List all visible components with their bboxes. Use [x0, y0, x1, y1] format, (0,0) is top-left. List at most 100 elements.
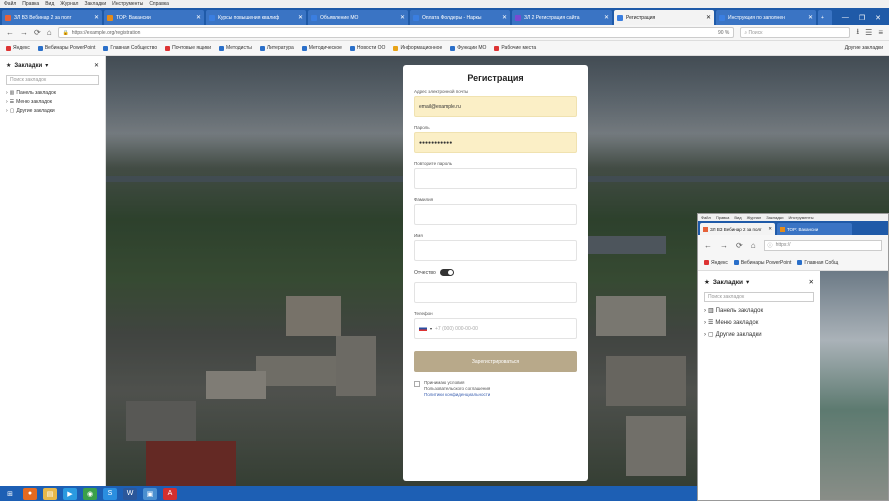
zoom-level[interactable]: 90 % — [718, 30, 729, 36]
bookmark-item[interactable]: Рабочие места — [494, 45, 536, 51]
browser-tab[interactable]: Регистрация ✕ — [614, 10, 714, 25]
forward-icon[interactable]: → — [20, 28, 28, 37]
popup-url-bar[interactable]: ⓘ https:// — [763, 239, 882, 251]
menu-item[interactable]: Инструменты — [112, 1, 143, 7]
close-icon[interactable]: ✕ — [502, 14, 507, 21]
close-icon[interactable]: ✕ — [809, 278, 814, 286]
bookmark-item[interactable]: Яндекс — [6, 45, 30, 51]
sidebar-item[interactable]: › ▥ Панель закладок — [6, 90, 99, 96]
browser-tab[interactable]: Оплата Фолдеры - Наркы ✕ — [410, 10, 510, 25]
popup-menu-item[interactable]: Файл — [701, 215, 711, 220]
menu-icon[interactable]: ≡ — [878, 28, 883, 37]
firstname-field[interactable] — [414, 240, 577, 261]
close-icon[interactable]: ✕ — [808, 14, 813, 21]
close-icon[interactable]: ✕ — [768, 226, 772, 232]
bookmark-item[interactable]: Главная Собщество — [103, 45, 157, 51]
other-bookmarks[interactable]: Другие закладки — [845, 45, 883, 51]
close-icon[interactable]: ✕ — [875, 14, 881, 22]
privacy-policy-link[interactable]: Политики конфиденциальности — [424, 392, 490, 397]
popup-sidebar-search-input[interactable]: Поиск закладок — [704, 292, 814, 302]
patronymic-field[interactable] — [414, 282, 577, 303]
home-icon[interactable]: ⌂ — [47, 28, 52, 37]
forward-icon[interactable]: → — [720, 241, 728, 250]
search-input[interactable]: ⌕ Поиск — [740, 27, 851, 38]
media-icon[interactable]: ▶ — [63, 487, 77, 500]
flag-icon[interactable] — [419, 326, 427, 331]
browser-tab[interactable]: Курсы повышения квалиф ✕ — [206, 10, 306, 25]
bookmark-item[interactable]: Почтовые ящики — [165, 45, 211, 51]
popup-menu-item[interactable]: Журнал — [747, 215, 762, 220]
chrome-icon[interactable]: ◉ — [83, 487, 97, 500]
bookmark-item[interactable]: Вебинары PowerPoint — [37, 45, 95, 51]
email-field[interactable]: email@example.ru — [414, 96, 577, 117]
popup-sidebar-item[interactable]: › ☰ Меню закладок — [704, 319, 814, 327]
bookmark-item[interactable]: Информационное — [393, 45, 442, 51]
reload-icon[interactable]: ⟳ — [34, 28, 41, 37]
back-icon[interactable]: ← — [704, 241, 712, 250]
popup-bookmark-item[interactable]: Яндекс — [704, 260, 728, 266]
menu-item[interactable]: Закладки — [84, 1, 106, 7]
lastname-field[interactable] — [414, 204, 577, 225]
start-icon[interactable]: ⊞ — [3, 488, 17, 500]
sidebar-search-input[interactable]: Поиск закладок — [6, 75, 99, 85]
skype-icon[interactable]: S — [103, 487, 117, 500]
menu-item[interactable]: Правка — [22, 1, 39, 7]
acrobat-icon[interactable]: A — [163, 487, 177, 500]
browser-tab[interactable]: ЗЛ 2 Регистрация сайта ✕ — [512, 10, 612, 25]
popup-menu-item[interactable]: Инструменты — [789, 215, 814, 220]
menu-item[interactable]: Справка — [149, 1, 169, 7]
menu-item[interactable]: Журнал — [60, 1, 78, 7]
maximize-icon[interactable]: ❐ — [859, 14, 865, 22]
menu-item[interactable]: Вид — [45, 1, 54, 7]
bookmark-item[interactable]: Новости ОО — [349, 45, 385, 51]
library-icon[interactable]: ☰ — [865, 28, 872, 37]
firefox-icon[interactable]: ● — [23, 487, 37, 500]
explorer-icon[interactable]: ▤ — [43, 487, 57, 500]
bookmark-item[interactable]: Методическое — [301, 45, 342, 51]
new-tab-button[interactable]: + — [818, 10, 832, 25]
popup-menu-item[interactable]: Вид — [734, 215, 741, 220]
bookmark-item[interactable]: Функции МО — [450, 45, 486, 51]
patronymic-toggle[interactable] — [439, 269, 454, 276]
popup-tab-1[interactable]: ЗЛ ВЗ Вебинар 2 за полг ✕ — [700, 223, 775, 235]
back-icon[interactable]: ← — [6, 28, 14, 37]
repeat-password-field[interactable] — [414, 168, 577, 189]
close-icon[interactable]: ✕ — [706, 14, 711, 21]
downloads-icon[interactable]: ⭳ — [856, 26, 859, 40]
close-icon[interactable]: ✕ — [298, 14, 303, 21]
browser-tab[interactable]: Инструкция по заполнен ✕ — [716, 10, 816, 25]
url-bar[interactable]: 🔒 https://example.org/registration 90 % — [57, 27, 735, 38]
bookmark-item[interactable]: Методисты — [219, 45, 252, 51]
close-icon[interactable]: ✕ — [604, 14, 609, 21]
sidebar-header[interactable]: ★ Закладки ▾ ✕ — [6, 62, 99, 70]
minimize-icon[interactable]: — — [842, 14, 849, 21]
close-icon[interactable]: ✕ — [94, 14, 99, 21]
popup-sidebar-header[interactable]: ★ Закладки ▾ ✕ — [704, 278, 814, 287]
home-icon[interactable]: ⌂ — [751, 241, 756, 250]
password-field[interactable]: ●●●●●●●●●●● — [414, 132, 577, 153]
browser-tab[interactable]: ТОР: Вакансии ✕ — [104, 10, 204, 25]
browser-tab[interactable]: Объявление МО ✕ — [308, 10, 408, 25]
popup-menu-item[interactable]: Закладки — [766, 215, 783, 220]
sidebar-item[interactable]: › ▢ Другие закладки — [6, 108, 99, 114]
word-icon[interactable]: W — [123, 487, 137, 500]
secondary-browser-window[interactable]: Файл Правка Вид Журнал Закладки Инструменты З… — [697, 213, 889, 501]
phone-field[interactable]: ▾ +7 (000) 000-00-00 — [414, 318, 577, 339]
popup-bookmark-item[interactable]: Вебинары PowerPoint — [733, 260, 791, 266]
browser-tab[interactable]: ЗЛ ВЗ Вебинар 2 за полг ✕ — [2, 10, 102, 25]
close-icon[interactable]: ✕ — [196, 14, 201, 21]
register-button[interactable]: Зарегистрироваться — [414, 351, 577, 372]
menu-item[interactable]: Файл — [4, 1, 16, 7]
close-icon[interactable]: ✕ — [400, 14, 405, 21]
agree-checkbox[interactable] — [414, 381, 420, 387]
app-icon[interactable]: ▣ — [143, 487, 157, 500]
popup-bookmark-item[interactable]: Главная Собщ — [797, 260, 838, 266]
popup-tab-2[interactable]: ТОР: Вакансии — [777, 223, 852, 235]
close-icon[interactable]: ✕ — [94, 62, 99, 69]
bookmark-item[interactable]: Литература — [259, 45, 294, 51]
reload-icon[interactable]: ⟳ — [736, 241, 743, 250]
popup-menu-item[interactable]: Правка — [716, 215, 730, 220]
sidebar-item[interactable]: › ☰ Меню закладок — [6, 99, 99, 105]
popup-sidebar-item[interactable]: › ▥ Панель закладок — [704, 307, 814, 315]
popup-sidebar-item[interactable]: › ▢ Другие закладки — [704, 331, 814, 339]
